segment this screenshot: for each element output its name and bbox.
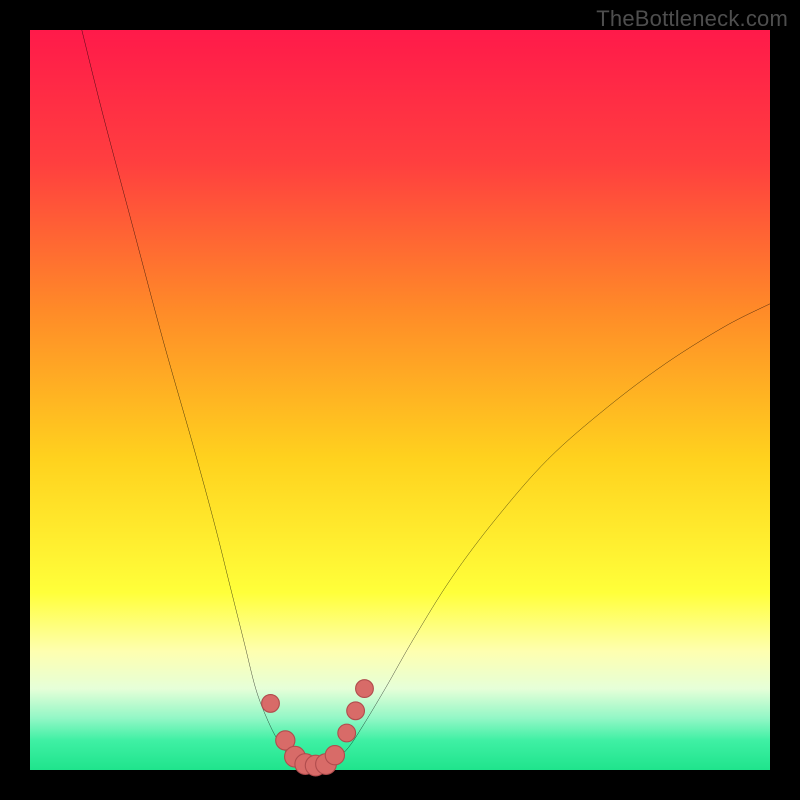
marker-6 <box>325 746 344 765</box>
watermark-text: TheBottleneck.com <box>596 6 788 32</box>
curve-layer <box>30 30 770 770</box>
marker-0 <box>262 695 280 713</box>
series-left-curve <box>82 30 300 763</box>
chart-frame: TheBottleneck.com <box>0 0 800 800</box>
series-right-curve <box>333 304 770 763</box>
marker-7 <box>338 724 356 742</box>
marker-9 <box>356 680 374 698</box>
marker-8 <box>347 702 365 720</box>
